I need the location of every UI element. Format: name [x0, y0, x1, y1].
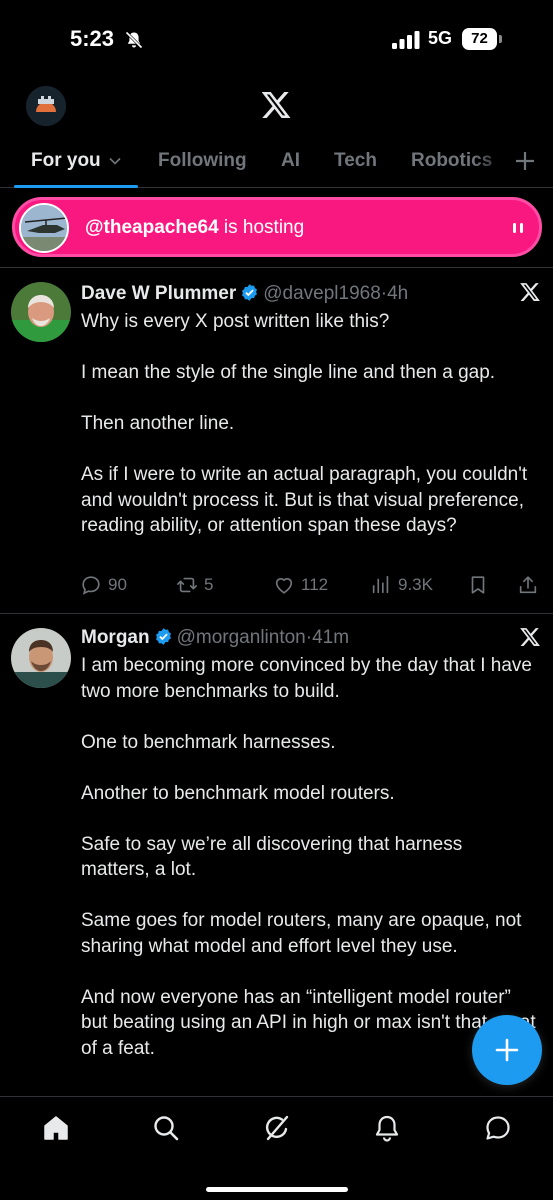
bell-off-icon: [125, 31, 143, 49]
post-paragraph: Then another line.: [81, 413, 235, 434]
post-paragraph: Why is every X post written like this?: [81, 311, 390, 332]
live-space-banner[interactable]: @theapache64 is hosting: [12, 197, 542, 257]
battery-icon: 72: [462, 28, 502, 50]
x-logo-icon[interactable]: [259, 89, 293, 121]
author-name[interactable]: Dave W Plummer: [81, 283, 236, 304]
author-avatar[interactable]: [11, 628, 71, 688]
timeline-tabs: For you Following AI Tech Robotics: [0, 140, 553, 188]
cellular-signal-icon: [392, 31, 420, 49]
plus-icon[interactable]: [512, 148, 538, 174]
bottom-navigation: [0, 1096, 553, 1200]
status-time: 5:23: [70, 26, 115, 51]
profile-avatar[interactable]: [26, 86, 66, 126]
post-paragraph: One to benchmark harnesses.: [81, 731, 336, 753]
messages-icon[interactable]: [483, 1113, 513, 1143]
repost-count: 5: [204, 575, 214, 594]
post-paragraph: Another to benchmark model routers.: [81, 782, 395, 804]
active-tab-indicator: [14, 185, 138, 188]
like-button[interactable]: 112: [273, 573, 328, 597]
tab-for-you[interactable]: For you: [31, 150, 121, 172]
post-time[interactable]: 4h: [387, 283, 408, 304]
network-type: 5G: [428, 28, 453, 48]
battery-level: 72: [462, 28, 497, 50]
divider: [0, 613, 553, 614]
reply-button[interactable]: 90: [80, 573, 127, 597]
audio-wave-icon: [513, 223, 523, 233]
share-icon: [519, 576, 537, 594]
status-bar: 5:23 5G 72: [0, 0, 553, 80]
repost-icon: [177, 577, 197, 593]
share-button[interactable]: [517, 573, 545, 597]
x-logo-icon[interactable]: [519, 281, 541, 303]
bookmark-icon: [471, 576, 485, 594]
bookmark-button[interactable]: [467, 573, 495, 597]
verified-badge-icon: [155, 628, 171, 645]
post-paragraph: Safe to say we’re all discovering that h…: [81, 833, 463, 881]
chevron-down-icon[interactable]: [109, 157, 121, 165]
post-header: Morgan @morganlinton·41m: [81, 627, 349, 649]
divider: [0, 267, 553, 268]
author-avatar[interactable]: [11, 282, 71, 342]
reply-count: 90: [108, 575, 127, 594]
post-actions: 90 5 112 9.3K: [0, 573, 553, 597]
plus-icon: [495, 1038, 519, 1062]
post-text: Why is every X post written like this? I…: [81, 309, 536, 539]
tab-following[interactable]: Following: [158, 150, 247, 172]
space-host-avatar: [19, 203, 69, 253]
views-button[interactable]: 9.3K: [370, 573, 433, 597]
home-icon[interactable]: [41, 1113, 71, 1143]
post-paragraph: I mean the style of the single line and …: [81, 362, 496, 383]
space-host-text: @theapache64 is hosting: [85, 217, 304, 239]
reply-icon: [82, 576, 100, 595]
author-handle[interactable]: @morganlinton: [177, 627, 306, 648]
verified-badge-icon: [242, 284, 258, 301]
tab-label: For you: [31, 150, 101, 171]
author-handle[interactable]: @davepl1968: [263, 283, 381, 304]
tab-ai[interactable]: AI: [281, 150, 300, 172]
post-header: Dave W Plummer @davepl1968·4h: [81, 283, 408, 305]
post-paragraph: And now everyone has an “intelligent mod…: [81, 986, 536, 1059]
post-time[interactable]: 41m: [312, 627, 349, 648]
post-text: I am becoming more convinced by the day …: [81, 653, 536, 1061]
compose-post-button[interactable]: [472, 1015, 542, 1085]
like-count: 112: [301, 575, 329, 594]
tab-tech[interactable]: Tech: [334, 150, 377, 172]
post-paragraph: I am becoming more convinced by the day …: [81, 655, 532, 702]
notifications-icon[interactable]: [372, 1113, 402, 1143]
post-paragraph: Same goes for model routers, many are op…: [81, 910, 522, 957]
home-indicator: [206, 1187, 348, 1192]
views-chart-icon: [372, 575, 389, 594]
repost-button[interactable]: 5: [176, 573, 213, 597]
x-logo-icon[interactable]: [519, 626, 541, 648]
heart-icon: [275, 578, 293, 594]
author-name[interactable]: Morgan: [81, 627, 150, 648]
space-host-handle: @theapache64: [85, 217, 219, 238]
view-count: 9.3K: [398, 575, 433, 594]
space-host-suffix: is hosting: [223, 217, 305, 238]
search-icon[interactable]: [151, 1113, 181, 1143]
grok-icon[interactable]: [262, 1113, 292, 1143]
post-paragraph: As if I were to write an actual paragrap…: [81, 464, 528, 536]
